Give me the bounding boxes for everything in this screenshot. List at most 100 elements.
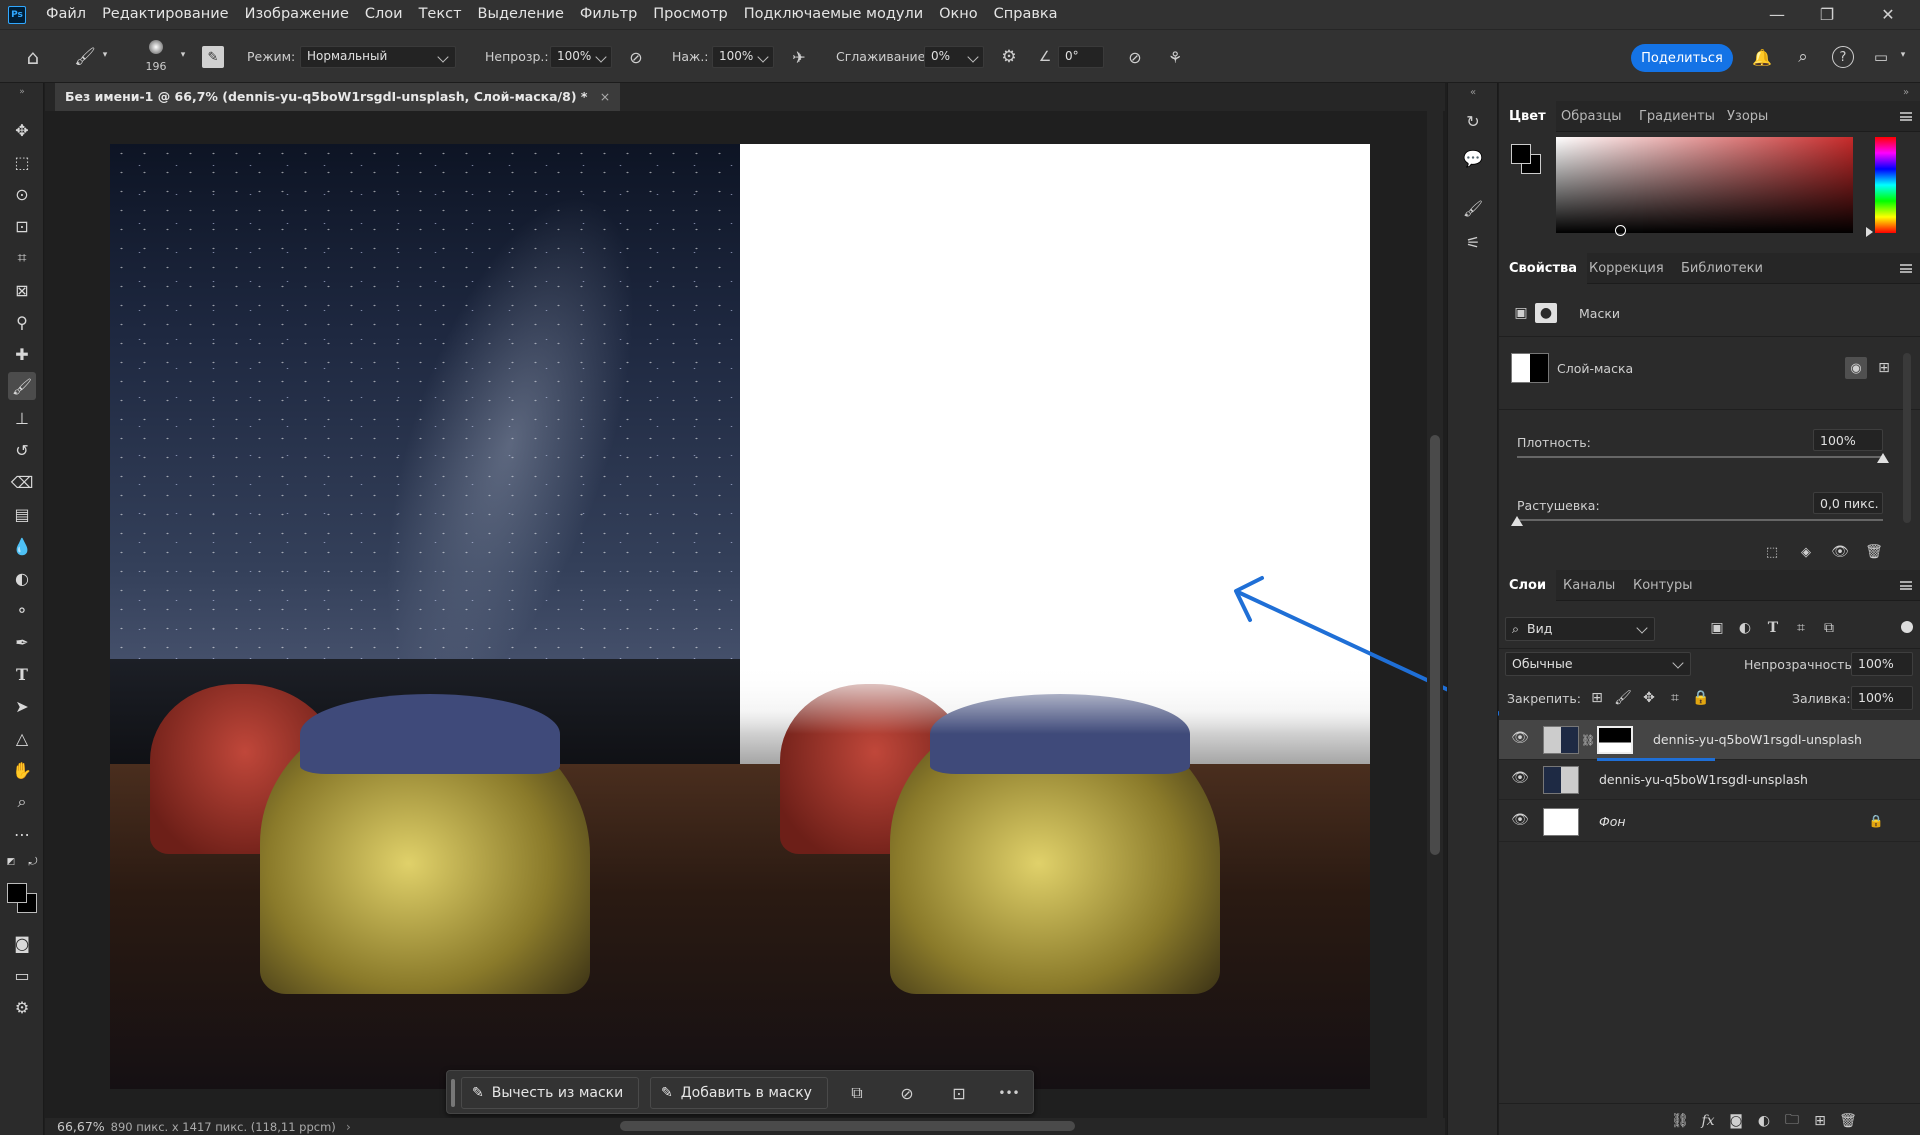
adjustment-layer-icon[interactable]: ◐: [1753, 1110, 1775, 1132]
add-mask-icon[interactable]: ◙: [1725, 1110, 1747, 1132]
pressure-size-icon[interactable]: ⊘: [1124, 46, 1146, 68]
eye-icon[interactable]: 👁: [1511, 812, 1529, 828]
eye-icon[interactable]: 👁: [1511, 770, 1529, 786]
fill-field[interactable]: 100%: [1851, 686, 1913, 710]
frame-tool-icon[interactable]: ⊠: [8, 276, 36, 304]
layer-mask-thumbnail[interactable]: [1597, 726, 1633, 754]
tab-swatches[interactable]: Образцы: [1551, 101, 1632, 132]
layer-filter-select[interactable]: ⌕ Вид: [1505, 617, 1655, 641]
path-selection-tool-icon[interactable]: ➤: [8, 692, 36, 720]
comments-icon[interactable]: 💬: [1460, 145, 1486, 171]
lock-icon[interactable]: 🔒: [1867, 812, 1885, 830]
pixel-layer-properties-icon[interactable]: ▣: [1511, 303, 1531, 323]
healing-brush-tool-icon[interactable]: ✚: [8, 340, 36, 368]
tab-layers[interactable]: Слои: [1499, 570, 1557, 601]
marquee-tool-icon[interactable]: ⬚: [8, 148, 36, 176]
edit-toolbar-icon[interactable]: ⚙: [8, 993, 36, 1021]
panel-menu-icon[interactable]: [1900, 581, 1912, 590]
type-tool-icon[interactable]: T: [8, 660, 36, 688]
folder-icon[interactable]: 🗀: [1781, 1110, 1803, 1132]
menu-image[interactable]: Изображение: [237, 0, 357, 29]
shape-tool-icon[interactable]: △: [8, 724, 36, 752]
lock-all-icon[interactable]: 🔒: [1691, 688, 1711, 708]
lock-transparent-icon[interactable]: ⊞: [1587, 688, 1607, 708]
lock-artboard-icon[interactable]: ⌗: [1665, 688, 1685, 708]
smoothing-field[interactable]: 0%: [924, 46, 984, 68]
brush-tool-icon[interactable]: 🖌: [8, 372, 36, 400]
zoom-in-tool-icon[interactable]: ⚬: [8, 596, 36, 624]
menu-edit[interactable]: Редактирование: [94, 0, 237, 29]
layer-row[interactable]: 👁 ⛓ dennis-yu-q5boW1rsgdI-unsplash: [1499, 720, 1920, 761]
pressure-field[interactable]: 100%: [712, 46, 774, 68]
layer-thumbnail[interactable]: [1543, 766, 1579, 794]
clone-stamp-tool-icon[interactable]: ⊥: [8, 404, 36, 432]
hand-tool-icon[interactable]: ✋: [8, 756, 36, 784]
eye-icon[interactable]: 👁: [1829, 541, 1851, 563]
filter-pixel-icon[interactable]: ▣: [1707, 618, 1727, 638]
history-icon[interactable]: ↻: [1460, 108, 1486, 134]
restore-icon[interactable]: ❐: [1803, 0, 1851, 29]
pressure-opacity-icon[interactable]: ⊘: [625, 46, 647, 68]
fx-icon[interactable]: fx: [1697, 1110, 1719, 1132]
symmetry-icon[interactable]: ⚘: [1164, 46, 1186, 68]
color-picker-cursor[interactable]: [1615, 225, 1626, 236]
default-colors-icon[interactable]: ◩: [4, 855, 18, 869]
menu-view[interactable]: Просмотр: [645, 0, 735, 29]
filter-type-icon[interactable]: T: [1763, 618, 1783, 638]
drag-handle[interactable]: [451, 1079, 455, 1107]
close-window-icon[interactable]: ✕: [1864, 0, 1912, 29]
gradient-tool-icon[interactable]: ▤: [8, 500, 36, 528]
tab-paths[interactable]: Контуры: [1623, 570, 1702, 601]
share-button[interactable]: Поделиться: [1631, 44, 1733, 72]
link-icon[interactable]: ⛓: [1581, 732, 1595, 748]
brush-settings-icon[interactable]: ✎: [202, 46, 224, 68]
minimize-icon[interactable]: —: [1753, 0, 1801, 29]
adjustments-icon[interactable]: ⚟: [1460, 229, 1486, 255]
bell-icon[interactable]: 🔔: [1751, 46, 1773, 68]
mode-select[interactable]: Нормальный: [300, 46, 456, 68]
color-picker-field[interactable]: [1556, 137, 1853, 233]
density-slider-track[interactable]: [1517, 456, 1883, 458]
filter-adjustment-icon[interactable]: ◐: [1735, 618, 1755, 638]
tab-libraries[interactable]: Библиотеки: [1671, 253, 1773, 284]
brush-size-preview[interactable]: 196: [142, 38, 170, 78]
mask-thumbnail[interactable]: [1511, 353, 1549, 383]
hue-slider-marker[interactable]: [1866, 227, 1873, 237]
menu-layers[interactable]: Слои: [357, 0, 411, 29]
blur-tool-icon[interactable]: 💧: [8, 532, 36, 560]
tab-channels[interactable]: Каналы: [1553, 570, 1625, 601]
tab-color[interactable]: Цвет: [1499, 101, 1556, 132]
filter-toggle-icon[interactable]: [1901, 621, 1913, 633]
collapse-right-icon[interactable]: »: [1895, 85, 1917, 99]
tab-properties[interactable]: Свойства: [1499, 253, 1588, 284]
menu-plugins[interactable]: Подключаемые модули: [736, 0, 931, 29]
layer-opacity-field[interactable]: 100%: [1851, 652, 1913, 676]
tab-patterns[interactable]: Узоры: [1717, 101, 1778, 132]
lock-image-icon[interactable]: 🖌: [1613, 688, 1633, 708]
layer-name[interactable]: dennis-yu-q5boW1rsgdI-unsplash: [1599, 772, 1808, 787]
status-chevron-icon[interactable]: ›: [346, 1119, 351, 1134]
filter-smart-object-icon[interactable]: ⧉: [1819, 618, 1839, 638]
lock-position-icon[interactable]: ✥: [1639, 688, 1659, 708]
apply-mask-icon[interactable]: ◈: [1795, 541, 1817, 563]
mask-view-icon[interactable]: ⊡: [947, 1081, 971, 1105]
pen-tool-icon[interactable]: ✒: [8, 628, 36, 656]
filter-shape-icon[interactable]: ⌗: [1791, 618, 1811, 638]
subtract-from-mask-button[interactable]: ✎ Вычесть из маски: [461, 1077, 639, 1109]
chevron-down-icon[interactable]: ▾: [98, 48, 112, 62]
menu-select[interactable]: Выделение: [470, 0, 572, 29]
blend-mode-select[interactable]: Обычные: [1505, 652, 1691, 676]
tab-gradients[interactable]: Градиенты: [1629, 101, 1725, 132]
more-options-icon[interactable]: •••: [997, 1081, 1021, 1105]
chevron-down-icon[interactable]: ▾: [176, 48, 190, 62]
layer-name[interactable]: Фон: [1599, 814, 1626, 829]
help-icon[interactable]: ?: [1832, 46, 1854, 68]
chevron-down-icon[interactable]: ▾: [1896, 48, 1910, 62]
new-layer-icon[interactable]: ⊞: [1809, 1110, 1831, 1132]
hue-slider[interactable]: [1875, 137, 1896, 233]
panel-menu-icon[interactable]: [1900, 112, 1912, 121]
mask-properties-icon[interactable]: ●: [1535, 303, 1557, 323]
zoom-tool-icon[interactable]: ⌕: [8, 788, 36, 816]
foreground-color-swatch[interactable]: [1511, 144, 1531, 164]
density-field[interactable]: 100%: [1813, 429, 1883, 451]
